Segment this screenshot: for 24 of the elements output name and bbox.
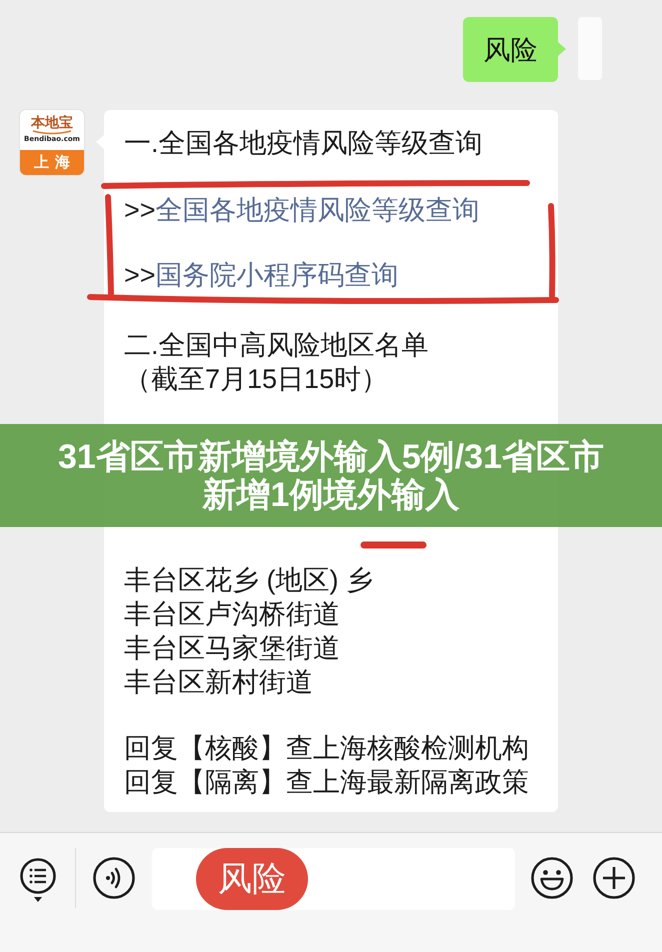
section-heading: 二.全国中高风险地区名单 xyxy=(124,329,429,362)
headline-banner: 31省区市新增境外输入5例/31省区市新增1例境外输入 xyxy=(0,424,662,527)
text-line: 丰台区新村街道 xyxy=(124,666,313,699)
query-link[interactable]: >>全国各地疫情风险等级查询 xyxy=(124,193,480,227)
plus-icon[interactable] xyxy=(593,857,635,899)
keyword-tag: 风险 xyxy=(196,848,308,910)
logo-city: 上海 xyxy=(33,153,76,172)
query-link[interactable]: >>国务院小程序码查询 xyxy=(124,258,399,292)
text-line: 丰台区花乡 (地区) 乡 xyxy=(124,564,373,597)
logo-title: 本地宝 xyxy=(31,115,73,130)
menu-icon[interactable] xyxy=(19,858,57,904)
text-line: 回复【隔离】查上海最新隔离政策 xyxy=(124,766,529,799)
annotation-underline xyxy=(360,542,426,548)
date-note: （截至7月15日15时） xyxy=(124,363,388,396)
emoji-icon[interactable] xyxy=(531,857,573,899)
bubble-tail xyxy=(558,42,566,56)
section-heading: 一.全国各地疫情风险等级查询 xyxy=(124,127,483,160)
message-input[interactable]: 风险 xyxy=(152,848,515,910)
text-line: 回复【核酸】查上海核酸检测机构 xyxy=(124,732,529,765)
voice-icon[interactable] xyxy=(93,857,135,899)
text-line: 丰台区马家堡街道 xyxy=(124,632,340,665)
sent-message: 风险 xyxy=(463,17,566,82)
text-line: 丰台区卢沟桥街道 xyxy=(124,598,340,631)
swoosh-icon xyxy=(32,130,72,135)
